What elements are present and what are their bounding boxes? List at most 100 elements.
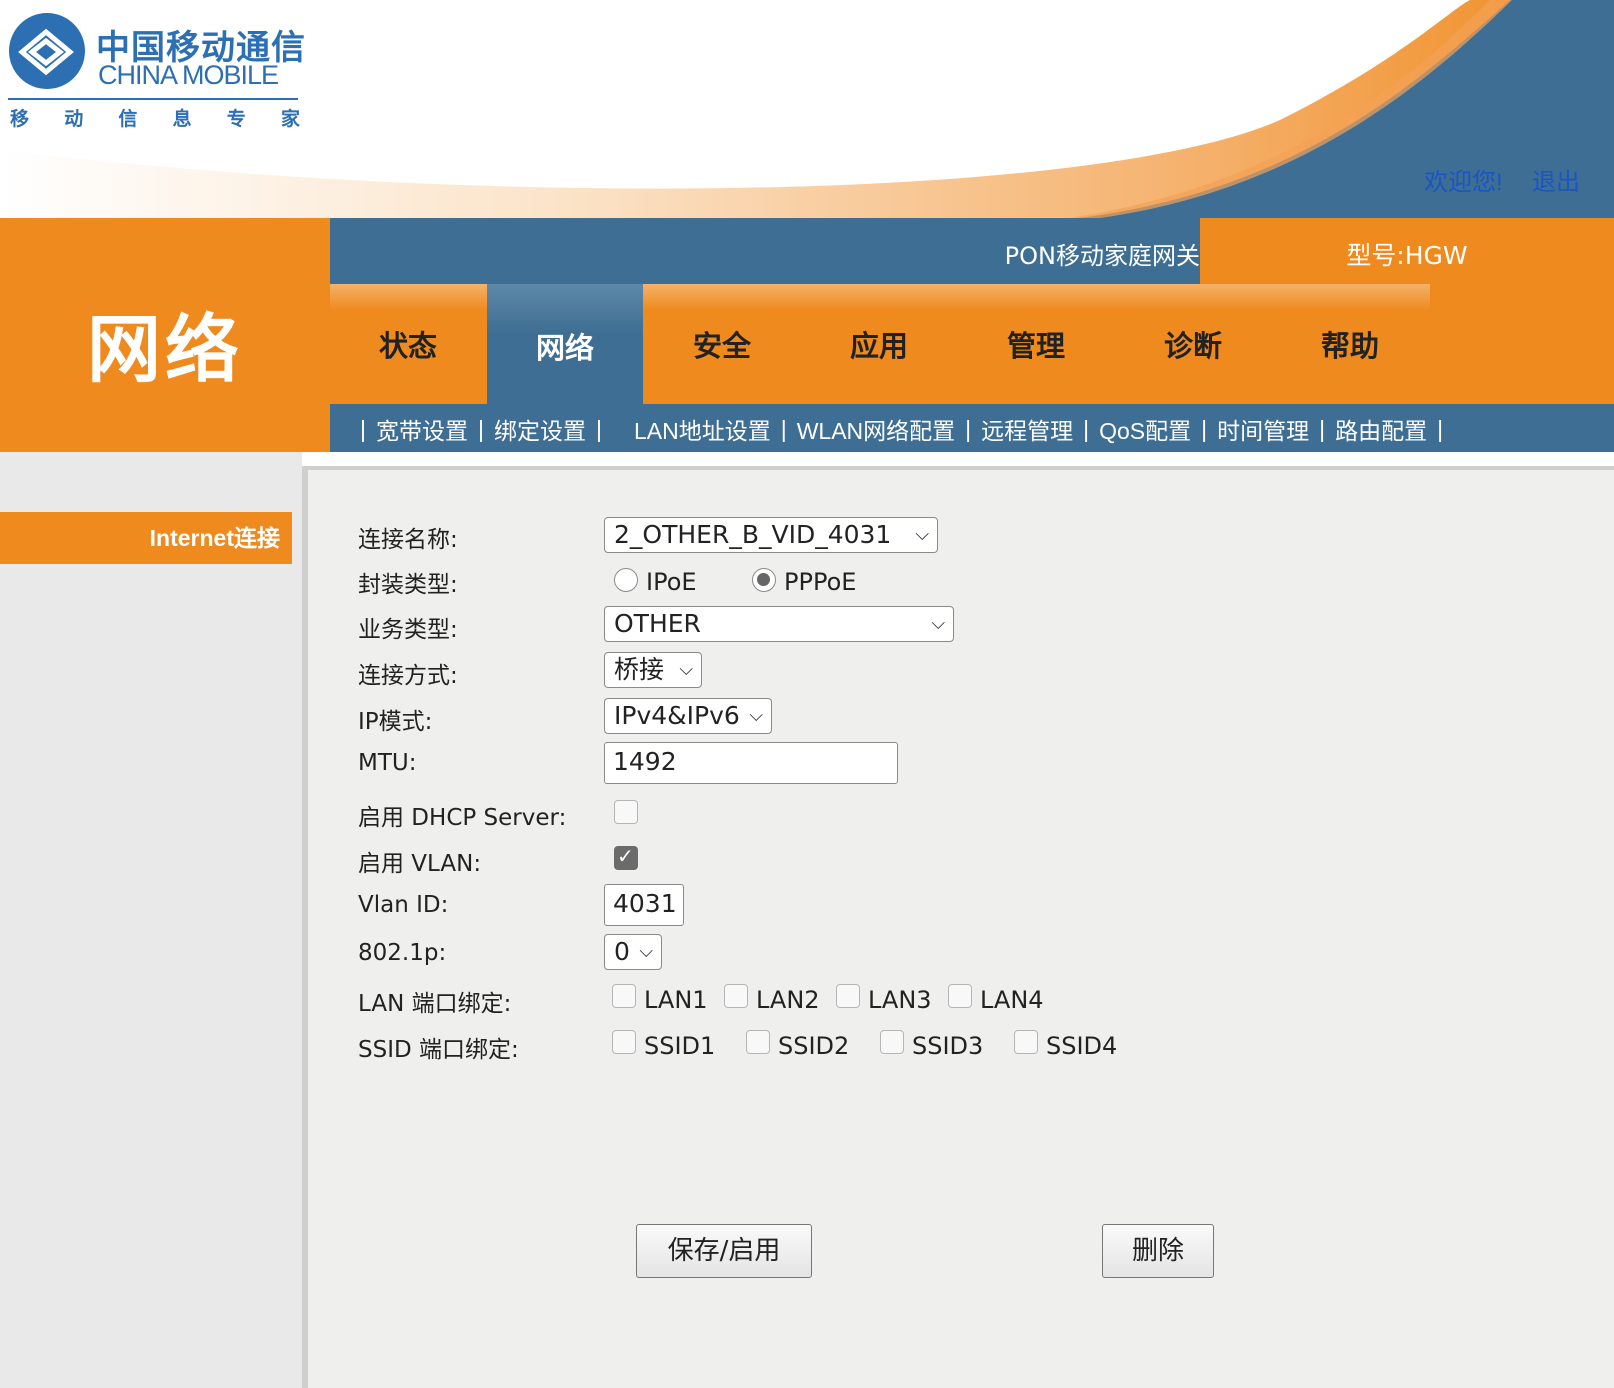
brand-en: CHINA MOBILE <box>98 60 279 90</box>
chevron-down-icon: ⌵ <box>915 524 929 545</box>
dhcp-server-label: 启用 DHCP Server: <box>358 805 567 831</box>
mtu-input[interactable]: 1492 <box>604 742 898 784</box>
ip-mode-value: IPv4&IPv6 <box>614 701 740 730</box>
slogan-char: 动 <box>64 108 84 130</box>
subnav-broadband[interactable]: 宽带设置 <box>376 412 468 446</box>
tab-management[interactable]: 管理 <box>958 288 1114 400</box>
subnav-separator: | <box>1201 415 1208 442</box>
logout-link[interactable]: 退出 <box>1532 162 1580 197</box>
connection-name-value: 2_OTHER_B_VID_4031 <box>614 520 892 549</box>
lan1-checkbox[interactable] <box>612 984 636 1008</box>
header-strip: PON移动家庭网关 <box>330 218 1200 284</box>
lan3-label: LAN3 <box>868 986 932 1014</box>
chevron-down-icon: ⌵ <box>679 659 693 680</box>
ssid-binding-label: SSID 端口绑定: <box>358 1037 519 1063</box>
service-type-value: OTHER <box>614 609 701 638</box>
model-label: 型号:HGW <box>1346 241 1468 270</box>
lan-binding-label: LAN 端口绑定: <box>358 991 512 1017</box>
subnav-separator: | <box>360 415 366 442</box>
lan2-label: LAN2 <box>756 986 820 1014</box>
slogan-char: 家 <box>280 108 300 130</box>
lan1-label: LAN1 <box>644 986 708 1014</box>
lan4-checkbox[interactable] <box>948 984 972 1008</box>
dot1p-value: 0 <box>614 937 630 966</box>
tab-application[interactable]: 应用 <box>801 288 957 400</box>
ssid3-label: SSID3 <box>912 1032 984 1060</box>
subnav-separator: | <box>477 415 484 442</box>
tab-network[interactable]: 网络 <box>487 284 643 408</box>
lan3-checkbox[interactable] <box>836 984 860 1008</box>
subnav-remote[interactable]: 远程管理 <box>981 412 1073 446</box>
vlan-checkbox[interactable] <box>614 844 638 870</box>
subnav-wlan[interactable]: WLAN网络配置 <box>797 412 955 446</box>
vlan-label: 启用 VLAN: <box>358 851 482 877</box>
mtu-label: MTU: <box>358 750 417 776</box>
encap-pppoe-radio[interactable] <box>752 568 776 592</box>
slogan-char: 息 <box>172 108 192 130</box>
logo-divider <box>8 98 298 100</box>
service-type-label: 业务类型: <box>358 617 458 643</box>
subnav-separator: | <box>1319 415 1326 442</box>
ssid2-label: SSID2 <box>778 1032 850 1060</box>
encap-ipoe-label: IPoE <box>646 568 697 596</box>
tab-status[interactable]: 状态 <box>330 288 486 400</box>
chevron-down-icon: ⌵ <box>931 613 945 634</box>
slogan-char: 信 <box>118 108 138 130</box>
dot1p-select[interactable]: 0 ⌵ <box>604 934 662 970</box>
vlan-id-input[interactable]: 4031 <box>604 884 684 926</box>
chevron-down-icon: ⌵ <box>749 705 763 726</box>
lan2-checkbox[interactable] <box>724 984 748 1008</box>
connection-name-label: 连接名称: <box>358 527 458 553</box>
banner: 中国移动通信 CHINA MOBILE 移 动 信 息 专 家 欢迎您! 退出 <box>0 0 1614 218</box>
ssid1-checkbox[interactable] <box>612 1030 636 1054</box>
welcome-link[interactable]: 欢迎您! <box>1424 162 1503 197</box>
ip-mode-label: IP模式: <box>358 709 433 735</box>
subnav-qos[interactable]: QoS配置 <box>1099 412 1191 446</box>
chevron-down-icon: ⌵ <box>639 941 653 962</box>
slogan-char: 移 <box>10 108 30 130</box>
china-mobile-logo: 中国移动通信 CHINA MOBILE 移 动 信 息 专 家 <box>8 12 308 132</box>
subnav-separator: | <box>1437 415 1444 442</box>
encap-ipoe-radio[interactable] <box>614 568 638 592</box>
subnav-separator: | <box>965 415 972 442</box>
model-box: 型号:HGW <box>1200 218 1614 284</box>
subnav-routing[interactable]: 路由配置 <box>1335 412 1427 446</box>
subnav-binding[interactable]: 绑定设置 <box>494 412 586 446</box>
encap-pppoe-label: PPPoE <box>784 568 857 596</box>
subnav-lan[interactable]: LAN地址设置 <box>634 412 771 446</box>
connection-mode-label: 连接方式: <box>358 663 458 689</box>
dhcp-server-checkbox[interactable] <box>614 800 638 824</box>
lan4-label: LAN4 <box>980 986 1044 1014</box>
section-title: 网络 <box>87 308 243 391</box>
left-sidebar: Internet连接 <box>0 452 302 1388</box>
subnav-time[interactable]: 时间管理 <box>1217 412 1309 446</box>
ssid1-label: SSID1 <box>644 1032 716 1060</box>
tab-diagnostics[interactable]: 诊断 <box>1115 288 1271 400</box>
connection-name-select[interactable]: 2_OTHER_B_VID_4031 ⌵ <box>604 517 938 553</box>
dot1p-label: 802.1p: <box>358 940 447 966</box>
encapsulation-label: 封装类型: <box>358 572 458 598</box>
tab-help[interactable]: 帮助 <box>1272 288 1428 400</box>
service-type-select[interactable]: OTHER ⌵ <box>604 606 954 642</box>
connection-mode-select[interactable]: 桥接 ⌵ <box>604 652 702 688</box>
ip-mode-select[interactable]: IPv4&IPv6 ⌵ <box>604 698 772 734</box>
subnav-separator: | <box>595 415 602 442</box>
china-mobile-emblem-icon <box>9 13 85 89</box>
ssid4-checkbox[interactable] <box>1014 1030 1038 1054</box>
subnav-separator: | <box>1083 415 1090 442</box>
vlan-id-label: Vlan ID: <box>358 892 449 918</box>
sidebar-item-internet-connection[interactable]: Internet连接 <box>0 512 292 564</box>
sub-navigation: | 宽带设置 | 绑定设置 | LAN地址设置 | WLAN网络配置 | 远程管… <box>330 404 1614 452</box>
connection-mode-value: 桥接 <box>614 655 665 684</box>
ssid2-checkbox[interactable] <box>746 1030 770 1054</box>
delete-button[interactable]: 删除 <box>1102 1224 1214 1278</box>
section-block: 网络 <box>0 218 330 452</box>
subnav-separator: | <box>780 415 787 442</box>
ssid3-checkbox[interactable] <box>880 1030 904 1054</box>
save-apply-button[interactable]: 保存/启用 <box>636 1224 812 1278</box>
ssid4-label: SSID4 <box>1046 1032 1118 1060</box>
device-title: PON移动家庭网关 <box>1004 242 1200 270</box>
brand-slogan: 移 动 信 息 专 家 <box>10 104 300 131</box>
content-panel: 连接名称: 2_OTHER_B_VID_4031 ⌵ 封装类型: IPoE PP… <box>302 466 1614 1388</box>
tab-security[interactable]: 安全 <box>644 288 800 400</box>
